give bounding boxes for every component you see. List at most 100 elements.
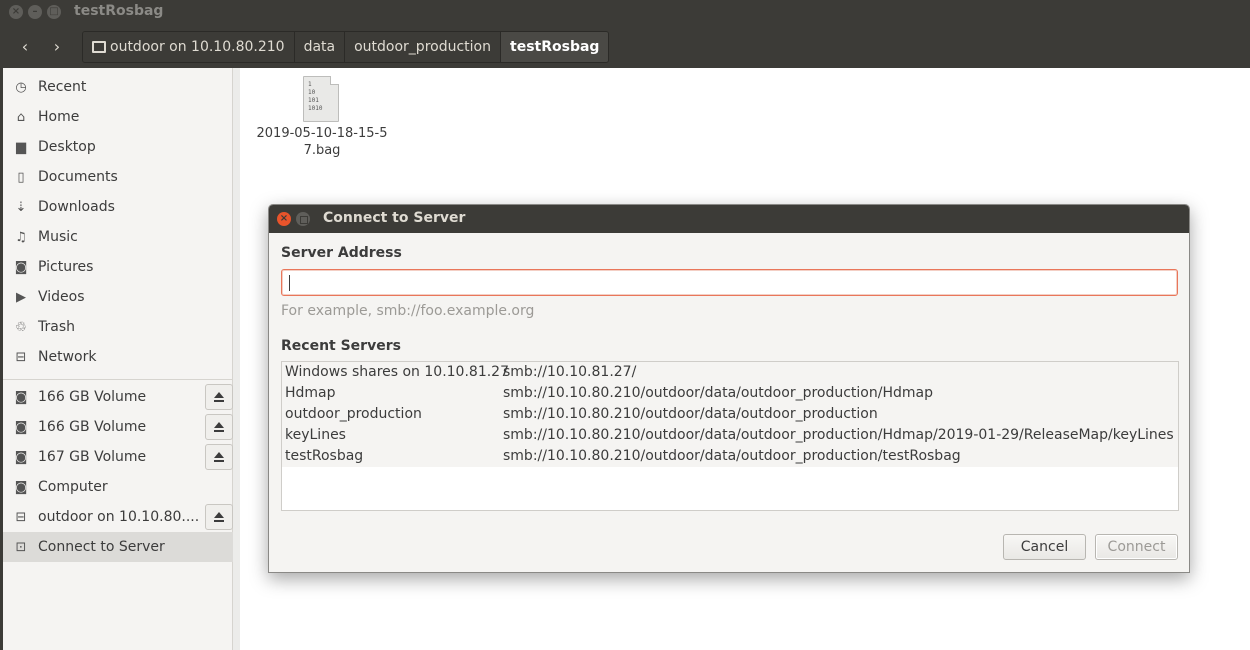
dialog-close-button[interactable]: × — [277, 212, 291, 226]
video-icon: ▶ — [16, 289, 26, 305]
sidebar-item-outdoor-share[interactable]: ⊟ outdoor on 10.10.80.... — [3, 502, 233, 532]
download-icon: ⇣ — [15, 199, 27, 215]
breadcrumb: outdoor on 10.10.80.210 data outdoor_pro… — [82, 31, 610, 63]
drive-icon: ◙ — [14, 449, 28, 465]
sidebar: ◷ Recent ⌂ Home ▆ Desktop ▯ Documents ⇣ … — [0, 68, 233, 650]
home-icon: ⌂ — [16, 109, 26, 125]
server-url: smb://10.10.80.210/outdoor/data/outdoor_… — [503, 427, 1174, 443]
sidebar-item-label: 166 GB Volume — [38, 389, 147, 405]
sidebar-item-music[interactable]: ♫ Music — [3, 222, 233, 252]
binary-file-icon[interactable]: 1 10 101 1010 — [303, 76, 339, 122]
forward-button[interactable]: › — [43, 33, 71, 61]
sidebar-item-label: Recent — [38, 79, 87, 95]
server-address-label: Server Address — [281, 245, 402, 261]
server-address-input[interactable] — [281, 269, 1178, 296]
server-name: testRosbag — [285, 448, 364, 464]
window-close-button[interactable]: × — [9, 5, 23, 19]
sidebar-item-desktop[interactable]: ▆ Desktop — [3, 132, 233, 162]
sidebar-item-label: Trash — [38, 319, 75, 335]
breadcrumb-item-outdoor-production[interactable]: outdoor_production — [345, 32, 501, 62]
desktop-folder-icon: ▆ — [16, 139, 26, 155]
camera-icon: ◙ — [14, 259, 28, 275]
server-name: Hdmap — [285, 385, 336, 401]
sidebar-item-connect-to-server[interactable]: ⊡ Connect to Server — [3, 532, 233, 562]
list-item[interactable]: Windows shares on 10.10.81.27 smb://10.1… — [282, 362, 1178, 383]
window-title: testRosbag — [74, 3, 164, 19]
eject-icon — [213, 392, 225, 402]
list-item[interactable]: Hdmap smb://10.10.80.210/outdoor/data/ou… — [282, 383, 1178, 404]
sidebar-item-label: Pictures — [38, 259, 94, 275]
server-name: keyLines — [285, 427, 346, 443]
window-maximize-button[interactable]: □ — [47, 5, 61, 19]
sidebar-item-label: 167 GB Volume — [38, 449, 147, 465]
list-item[interactable]: outdoor_production smb://10.10.80.210/ou… — [282, 404, 1178, 425]
sidebar-item-downloads[interactable]: ⇣ Downloads — [3, 192, 233, 222]
drive-icon: ◙ — [14, 419, 28, 435]
sidebar-item-label: 166 GB Volume — [38, 419, 147, 435]
sidebar-item-label: Music — [38, 229, 78, 245]
sidebar-item-home[interactable]: ⌂ Home — [3, 102, 233, 132]
dialog-maximize-button[interactable] — [296, 212, 310, 226]
clock-icon: ◷ — [15, 79, 27, 95]
breadcrumb-item-share[interactable]: outdoor on 10.10.80.210 — [83, 32, 295, 62]
server-url: smb://10.10.81.27/ — [503, 364, 637, 380]
chevron-right-icon: › — [53, 37, 61, 56]
binary-line: 101 — [308, 97, 319, 104]
document-icon: ▯ — [17, 169, 25, 185]
window-titlebar: × – □ testRosbag — [0, 0, 1250, 24]
server-url: smb://10.10.80.210/outdoor/data/outdoor_… — [503, 448, 961, 464]
sidebar-item-label: Desktop — [38, 139, 96, 155]
breadcrumb-item-data[interactable]: data — [294, 32, 346, 62]
network-icon: ⊟ — [15, 349, 27, 365]
server-name: Windows shares on 10.10.81.27 — [285, 364, 509, 380]
sidebar-item-label: Documents — [38, 169, 118, 185]
list-item[interactable]: testRosbag smb://10.10.80.210/outdoor/da… — [282, 446, 1178, 467]
eject-button[interactable] — [205, 384, 233, 410]
dialog-title: Connect to Server — [323, 210, 466, 226]
text-cursor — [289, 275, 290, 291]
sidebar-item-volume-3[interactable]: ◙ 167 GB Volume — [3, 442, 233, 472]
sidebar-item-label: outdoor on 10.10.80.... — [38, 509, 200, 525]
network-drive-icon: ⊟ — [15, 509, 27, 525]
breadcrumb-label: testRosbag — [510, 39, 600, 55]
sidebar-item-volume-1[interactable]: ◙ 166 GB Volume — [3, 382, 233, 412]
eject-icon — [213, 512, 225, 522]
recent-servers-list: Windows shares on 10.10.81.27 smb://10.1… — [281, 361, 1179, 511]
sidebar-item-label: Network — [38, 349, 97, 365]
sidebar-item-pictures[interactable]: ◙ Pictures — [3, 252, 233, 282]
breadcrumb-label: outdoor_production — [354, 39, 491, 55]
sidebar-item-computer[interactable]: ◙ Computer — [3, 472, 233, 502]
window-controls: × – □ — [9, 5, 61, 19]
binary-line: 10 — [308, 89, 316, 96]
sidebar-item-documents[interactable]: ▯ Documents — [3, 162, 233, 192]
binary-line: 1010 — [308, 105, 323, 112]
music-icon: ♫ — [15, 229, 27, 245]
chevron-left-icon: ‹ — [21, 37, 29, 56]
sidebar-item-videos[interactable]: ▶ Videos — [3, 282, 233, 312]
sidebar-item-label: Videos — [38, 289, 85, 305]
connect-button[interactable]: Connect — [1095, 534, 1178, 560]
recent-servers-label: Recent Servers — [281, 338, 401, 354]
sidebar-item-trash[interactable]: ♲ Trash — [3, 312, 233, 342]
sidebar-item-network[interactable]: ⊟ Network — [3, 342, 233, 372]
file-view-edge — [233, 68, 240, 650]
server-url: smb://10.10.80.210/outdoor/data/outdoor_… — [503, 406, 878, 422]
server-name: outdoor_production — [285, 406, 422, 422]
server-url: smb://10.10.80.210/outdoor/data/outdoor_… — [503, 385, 933, 401]
eject-button[interactable] — [205, 414, 233, 440]
cancel-button[interactable]: Cancel — [1003, 534, 1086, 560]
header-bar: ‹ › outdoor on 10.10.80.210 data outdoor… — [0, 24, 1250, 68]
eject-button[interactable] — [205, 504, 233, 530]
eject-icon — [213, 422, 225, 432]
file-name[interactable]: 2019-05-10-18-15-57.bag — [256, 125, 388, 159]
back-button[interactable]: ‹ — [11, 33, 39, 61]
sidebar-item-recent[interactable]: ◷ Recent — [3, 72, 233, 102]
list-item[interactable]: keyLines smb://10.10.80.210/outdoor/data… — [282, 425, 1178, 446]
breadcrumb-item-testrosbag[interactable]: testRosbag — [501, 32, 609, 62]
sidebar-item-volume-2[interactable]: ◙ 166 GB Volume — [3, 412, 233, 442]
trash-icon: ♲ — [15, 319, 27, 335]
eject-button[interactable] — [205, 444, 233, 470]
server-address-hint: For example, smb://foo.example.org — [281, 303, 535, 319]
window-minimize-button[interactable]: – — [28, 5, 42, 19]
dialog-titlebar: × Connect to Server — [269, 205, 1189, 233]
